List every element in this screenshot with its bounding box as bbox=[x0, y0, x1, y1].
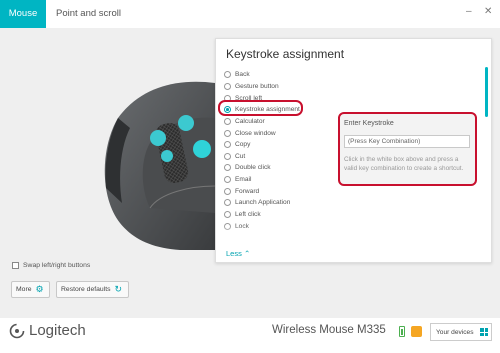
option-cut[interactable]: Cut bbox=[224, 150, 334, 162]
radio-icon[interactable] bbox=[224, 211, 231, 218]
option-email[interactable]: Email bbox=[224, 174, 334, 186]
swap-checkbox[interactable] bbox=[12, 262, 19, 269]
your-devices-button[interactable]: Your devices bbox=[430, 323, 492, 341]
radio-icon[interactable] bbox=[224, 164, 231, 172]
chevron-up-icon: ⌃ bbox=[243, 249, 251, 258]
option-launch-application[interactable]: Launch Application bbox=[224, 197, 334, 209]
selected-option-highlight bbox=[218, 100, 303, 116]
top-tab-bar: Mouse Point and scroll – ✕ bbox=[0, 0, 500, 28]
unifying-receiver-icon bbox=[411, 326, 422, 337]
brand-name: Logitech bbox=[29, 322, 86, 339]
swap-label: Swap left/right buttons bbox=[23, 262, 91, 269]
refresh-icon: ↻ bbox=[114, 284, 123, 294]
option-forward[interactable]: Forward bbox=[224, 185, 334, 197]
action-options-list: Back Gesture button Scroll left Keystrok… bbox=[224, 69, 334, 239]
keystroke-help-text: Click in the white box above and press a… bbox=[344, 156, 464, 172]
grid-icon bbox=[480, 328, 488, 336]
tab-mouse[interactable]: Mouse bbox=[0, 0, 46, 28]
logitech-logo: Logitech bbox=[9, 322, 86, 339]
radio-icon[interactable] bbox=[224, 187, 231, 195]
panel-title: Keystroke assignment bbox=[226, 47, 345, 61]
option-left-click[interactable]: Left click bbox=[224, 209, 334, 221]
option-calculator[interactable]: Calculator bbox=[224, 116, 334, 128]
close-button[interactable]: ✕ bbox=[484, 7, 492, 17]
radio-icon[interactable] bbox=[224, 117, 231, 125]
battery-icon bbox=[399, 326, 405, 337]
logitech-logo-icon bbox=[9, 323, 25, 338]
list-fade bbox=[224, 225, 334, 241]
radio-icon[interactable] bbox=[224, 82, 231, 90]
radio-icon[interactable] bbox=[224, 199, 231, 207]
keystroke-title: Enter Keystroke bbox=[344, 120, 394, 127]
gear-icon: ⚙ bbox=[35, 284, 44, 294]
keystroke-input[interactable]: (Press Key Combination) bbox=[344, 135, 470, 148]
option-gesture-button[interactable]: Gesture button bbox=[224, 81, 334, 93]
less-link[interactable]: Less ⌃ bbox=[226, 249, 250, 258]
radio-icon[interactable] bbox=[224, 152, 231, 160]
radio-icon[interactable] bbox=[224, 129, 231, 137]
more-button[interactable]: More ⚙ bbox=[11, 281, 50, 298]
radio-icon[interactable] bbox=[224, 141, 231, 149]
option-copy[interactable]: Copy bbox=[224, 139, 334, 151]
radio-icon[interactable] bbox=[224, 176, 231, 184]
keystroke-box: Enter Keystroke (Press Key Combination) … bbox=[338, 112, 477, 186]
restore-defaults-button[interactable]: Restore defaults ↻ bbox=[56, 281, 129, 298]
radio-icon[interactable] bbox=[224, 71, 231, 79]
minimize-button[interactable]: – bbox=[466, 7, 472, 17]
option-double-click[interactable]: Double click bbox=[224, 162, 334, 174]
option-back[interactable]: Back bbox=[224, 69, 334, 81]
panel-scrollbar[interactable] bbox=[485, 67, 488, 117]
device-name: Wireless Mouse M335 bbox=[272, 324, 386, 336]
swap-buttons-option[interactable]: Swap left/right buttons bbox=[12, 262, 90, 269]
tab-point-and-scroll[interactable]: Point and scroll bbox=[56, 0, 121, 28]
option-close-window[interactable]: Close window bbox=[224, 127, 334, 139]
